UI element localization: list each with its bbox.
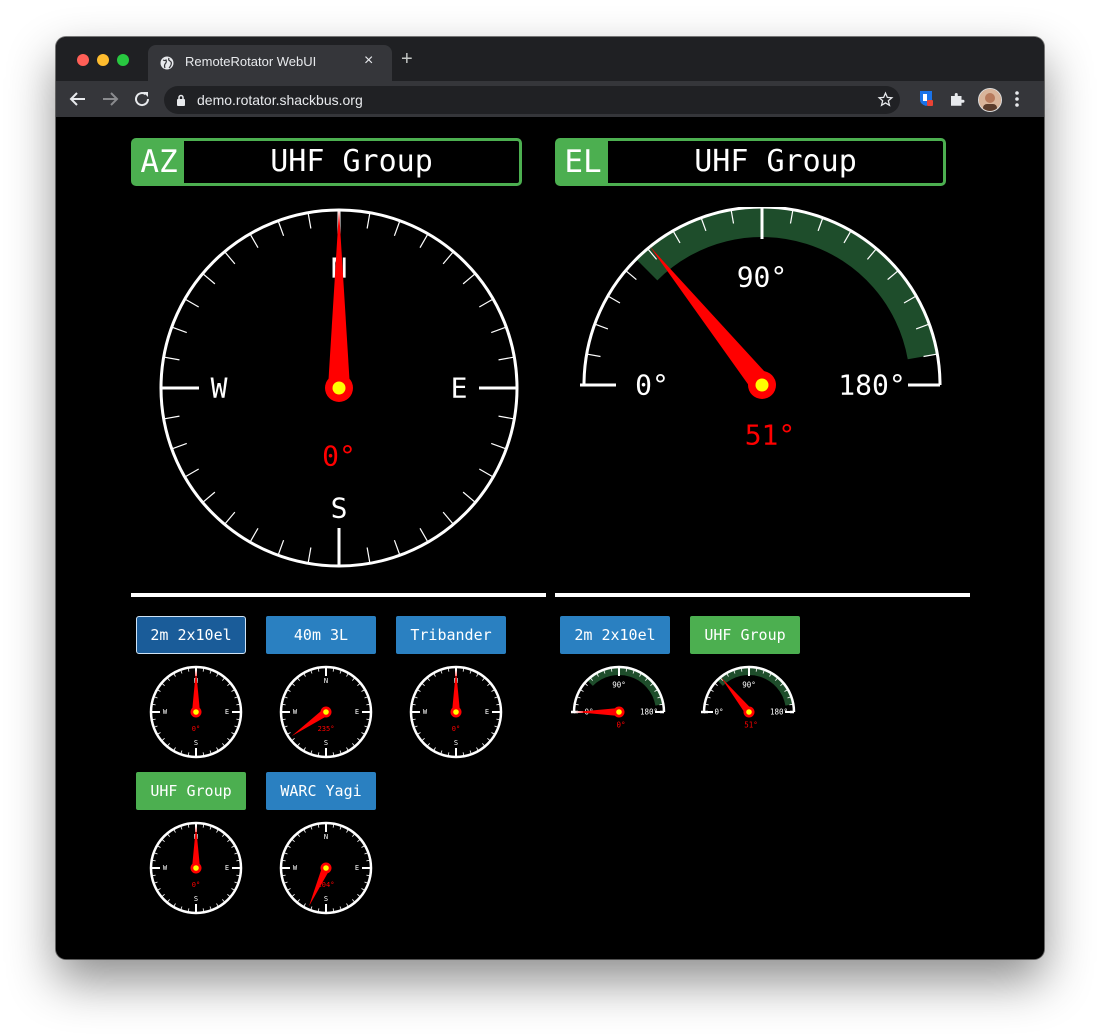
globe-icon — [160, 56, 174, 70]
el-rotator-name: UHF Group — [694, 144, 857, 179]
url-text: demo.rotator.shackbus.org — [197, 92, 363, 108]
heading-readout: 235° — [318, 725, 335, 733]
elevation-scale-max: 180° — [640, 708, 658, 717]
new-tab-button[interactable]: + — [401, 49, 413, 69]
compass-label-s: S — [194, 895, 198, 903]
compass-label-e: E — [355, 864, 359, 872]
profile-avatar[interactable] — [978, 88, 1002, 112]
forward-icon[interactable] — [98, 87, 122, 111]
compass-label-s: S — [194, 739, 198, 747]
elevation-scale-min: 0° — [635, 369, 669, 402]
elevation-needle — [575, 708, 619, 716]
browser-tab[interactable]: RemoteRotator WebUI × — [148, 45, 392, 81]
needle-hub-center — [323, 709, 329, 715]
needle-hub-center — [746, 709, 752, 715]
compass-label-e: E — [451, 372, 468, 405]
reload-icon[interactable] — [130, 87, 154, 111]
compass-label-s: S — [324, 895, 328, 903]
az-select-warc-yagi-button[interactable]: WARC Yagi — [266, 772, 376, 810]
elevation-scale-mid: 90° — [737, 261, 788, 294]
el-mini-gauge-uhf-group[interactable]: 0° 90° 180° 51° — [701, 665, 797, 765]
compass-label-s: S — [454, 739, 458, 747]
avatar-photo-icon — [979, 89, 1001, 111]
elevation-scale-min: 0° — [714, 708, 723, 717]
az-mini-compass-warc-yagi[interactable]: NESW204° — [279, 821, 373, 915]
heading-readout: 0° — [192, 881, 200, 889]
needle-hub-center — [193, 865, 199, 871]
needle-hub-center — [332, 381, 346, 395]
needle-hub-center — [323, 865, 329, 871]
elevation-scale-max: 180° — [838, 369, 905, 402]
maximize-window-button[interactable] — [117, 54, 129, 66]
az-select-40m-3l-button[interactable]: 40m 3L — [266, 616, 376, 654]
needle-hub-center — [616, 709, 622, 715]
az-select-2m-2x10el-button[interactable]: 2m 2x10el — [136, 616, 246, 654]
azimuth-compass-gauge: NESW0° — [159, 208, 519, 568]
lock-icon — [177, 94, 185, 106]
heading-readout: 0° — [322, 440, 356, 473]
tab-title: RemoteRotator WebUI — [185, 54, 317, 69]
az-divider — [131, 593, 546, 597]
browser-toolbar: demo.rotator.shackbus.org — [56, 81, 1044, 117]
elevation-readout: 0° — [616, 721, 625, 730]
extensions-puzzle-icon[interactable] — [948, 90, 966, 108]
compass-label-w: W — [211, 372, 228, 405]
elevation-scale-mid: 90° — [612, 681, 626, 690]
page-content: AZ UHF Group EL UHF Group N E S W 0° 0° 90° 18… — [56, 117, 1044, 959]
extension-shield-icon[interactable] — [918, 90, 934, 107]
minimize-window-button[interactable] — [97, 54, 109, 66]
elevation-tick — [586, 353, 601, 358]
compass-label-s: S — [324, 739, 328, 747]
el-tag: EL — [558, 141, 608, 183]
compass-label-s: S — [331, 492, 348, 525]
close-window-button[interactable] — [77, 54, 89, 66]
needle-hub-center — [453, 709, 459, 715]
heading-readout: 0° — [192, 725, 200, 733]
compass-label-e: E — [225, 708, 229, 716]
heading-readout: 0° — [452, 725, 460, 733]
bookmark-star-icon[interactable] — [877, 91, 894, 108]
elevation-scale-max: 180° — [770, 708, 788, 717]
el-mini-gauge-2m-2x10el[interactable]: 0°90°180°0° — [571, 665, 667, 765]
elevation-gauge: 0° 90° 180° 51° — [580, 207, 942, 452]
az-select-tribander-button[interactable]: Tribander — [396, 616, 506, 654]
az-header: AZ UHF Group — [131, 138, 522, 186]
tab-strip: RemoteRotator WebUI × + — [56, 37, 1044, 81]
az-rotator-name: UHF Group — [270, 144, 433, 179]
az-mini-compass-tribander[interactable]: NESW0° — [409, 665, 503, 759]
elevation-tick — [607, 295, 621, 304]
browser-window: RemoteRotator WebUI × + demo.rotator.sha… — [56, 37, 1044, 959]
compass-label-e: E — [355, 708, 359, 716]
el-header: EL UHF Group — [555, 138, 946, 186]
az-mini-compass-40m-3l[interactable]: NESW235° — [279, 665, 373, 759]
compass-label-n: N — [324, 677, 328, 685]
elevation-readout: 51° — [745, 419, 796, 452]
compass-label-e: E — [485, 708, 489, 716]
az-mini-compass-uhf-group[interactable]: NESW0° — [149, 821, 243, 915]
menu-kebab-icon[interactable] — [1014, 89, 1020, 109]
el-select-2m-2x10el-button[interactable]: 2m 2x10el — [560, 616, 670, 654]
back-icon[interactable] — [66, 87, 90, 111]
compass-label-n: N — [324, 833, 328, 841]
elevation-tick — [625, 270, 637, 281]
needle-hub-center — [755, 378, 769, 392]
az-tag: AZ — [134, 141, 184, 183]
elevation-readout: 51° — [744, 721, 758, 730]
elevation-tick — [594, 323, 609, 330]
el-divider — [555, 593, 970, 597]
elevation-scale-mid: 90° — [742, 681, 756, 690]
compass-label-e: E — [225, 864, 229, 872]
el-select-uhf-group-button[interactable]: UHF Group — [690, 616, 800, 654]
address-bar[interactable]: demo.rotator.shackbus.org — [164, 86, 900, 114]
needle-hub-center — [193, 709, 199, 715]
az-select-uhf-group-button[interactable]: UHF Group — [136, 772, 246, 810]
close-tab-icon[interactable]: × — [364, 52, 373, 70]
az-mini-compass-2m-2x10el[interactable]: NESW0° — [149, 665, 243, 759]
